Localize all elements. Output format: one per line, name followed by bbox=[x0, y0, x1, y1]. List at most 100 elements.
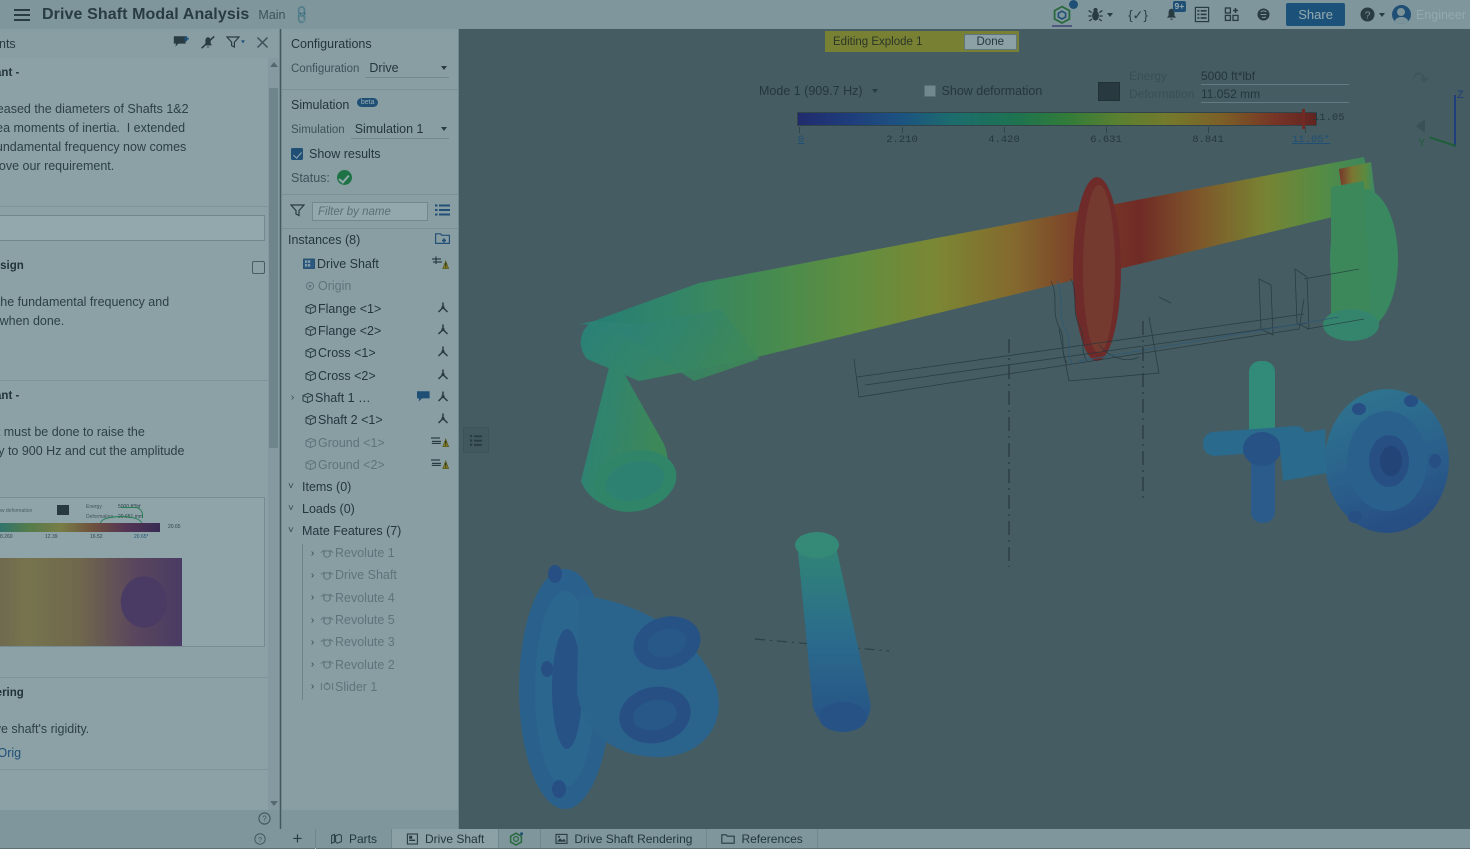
tree-item-cross-2[interactable]: Cross <2> bbox=[282, 364, 458, 386]
add-comment-icon[interactable] bbox=[173, 35, 190, 53]
comment-list[interactable]: esign Consultant - 3 PM Today With V2, I… bbox=[0, 58, 279, 810]
instance-tree[interactable]: Drive Shaft Origin bbox=[282, 251, 458, 810]
version-icon[interactable]: {✓} bbox=[1120, 0, 1156, 29]
tree-item-flange-1[interactable]: Flange <1> bbox=[282, 298, 458, 320]
3d-viewport[interactable]: Editing Explode 1 Done Mode 1 (909.7 Hz)… bbox=[459, 29, 1470, 829]
comment-icon[interactable] bbox=[416, 390, 431, 406]
apps-icon[interactable] bbox=[1217, 0, 1248, 29]
legend-label-max[interactable]: 11.05* bbox=[1292, 134, 1330, 146]
add-instance-folder-icon[interactable] bbox=[435, 232, 450, 248]
comment-item[interactable]: gineering & Design PM Today ck. Focus on… bbox=[0, 251, 279, 381]
list-view-icon[interactable] bbox=[435, 204, 450, 220]
expand-chevron-icon[interactable]: › bbox=[306, 548, 319, 559]
brain-icon[interactable] bbox=[1248, 0, 1279, 29]
fix-warning-icon[interactable] bbox=[430, 456, 450, 473]
tree-item-ground-1[interactable]: Ground <1> bbox=[282, 431, 458, 453]
tree-item-shaft-1[interactable]: › Shaft 1 … bbox=[282, 387, 458, 409]
explode-done-button[interactable]: Done bbox=[964, 34, 1018, 50]
add-tab-button[interactable]: + bbox=[280, 829, 316, 849]
mate-connector-icon[interactable] bbox=[436, 390, 450, 406]
group-loads[interactable]: ˅ Loads (0) bbox=[282, 498, 458, 520]
show-deformation-toggle[interactable]: Show deformation bbox=[924, 84, 1043, 98]
show-results-checkbox[interactable] bbox=[291, 148, 303, 160]
comment-attachment-name[interactable]: e 1.png bbox=[0, 654, 265, 668]
mate-feature-drive-shaft[interactable]: › Drive Shaft bbox=[282, 564, 458, 586]
comment-reference[interactable]: in Drive Shaft Orig bbox=[0, 746, 265, 760]
expand-chevron-icon[interactable]: › bbox=[306, 637, 319, 648]
hamburger-icon[interactable] bbox=[6, 9, 38, 21]
close-icon[interactable] bbox=[256, 36, 269, 52]
configuration-select[interactable]: Drive bbox=[365, 60, 449, 78]
help-icon[interactable]: ? bbox=[1352, 0, 1392, 29]
scroll-down-icon[interactable] bbox=[270, 801, 278, 806]
panel-list-icon[interactable] bbox=[463, 427, 489, 453]
mate-feature-revolute-4[interactable]: › Revolute 4 bbox=[282, 587, 458, 609]
mate-connector-icon[interactable] bbox=[436, 345, 450, 361]
mate-connector-icon[interactable] bbox=[436, 368, 450, 384]
resolve-checkbox[interactable] bbox=[252, 261, 265, 274]
expand-chevron-icon[interactable]: › bbox=[306, 615, 319, 626]
view-left-arrow-icon[interactable] bbox=[1416, 119, 1425, 133]
onshape-logo-icon[interactable] bbox=[1044, 0, 1080, 29]
tree-item-ground-2[interactable]: Ground <2> bbox=[282, 454, 458, 476]
bell-icon[interactable]: 9+ bbox=[1156, 0, 1187, 29]
comment-attachment-image[interactable]: Mode 1 (782.5 Hz) Show deformation Energ… bbox=[0, 497, 265, 647]
filter-icon[interactable] bbox=[226, 35, 246, 52]
filter-icon[interactable] bbox=[290, 203, 305, 220]
bug-icon[interactable] bbox=[1080, 0, 1120, 29]
view-cube[interactable]: ↷ Z Y bbox=[1408, 67, 1470, 177]
fix-warning-icon[interactable] bbox=[430, 256, 450, 273]
list-icon[interactable] bbox=[1187, 0, 1217, 29]
comment-attachment-name-row[interactable]: e 1.png bbox=[0, 654, 279, 678]
mate-feature-revolute-3[interactable]: › Revolute 3 bbox=[282, 631, 458, 653]
mate-feature-slider-1[interactable]: › Slider 1 bbox=[282, 676, 458, 698]
link-icon[interactable]: 🔗 bbox=[290, 3, 313, 26]
tree-item-flange-2[interactable]: Flange <2> bbox=[282, 320, 458, 342]
mute-notifications-icon[interactable] bbox=[200, 35, 216, 53]
tab-drive-shaft-rendering[interactable]: Drive Shaft Rendering bbox=[541, 829, 707, 848]
expand-chevron-icon[interactable]: › bbox=[306, 592, 319, 603]
tab-drive-shaft[interactable]: Drive Shaft bbox=[392, 829, 499, 848]
color-swatch-button[interactable] bbox=[1098, 82, 1120, 101]
comments-scrollbar[interactable] bbox=[268, 58, 279, 810]
help-icon[interactable]: ? bbox=[258, 812, 271, 828]
mate-connector-icon[interactable] bbox=[436, 301, 450, 317]
rotate-view-icon[interactable]: ↷ bbox=[1412, 67, 1429, 92]
group-items[interactable]: ˅ Items (0) bbox=[282, 476, 458, 498]
comment-item[interactable]: sign & Engineering PM Nov 15 crease the … bbox=[0, 678, 279, 770]
color-legend[interactable]: 11.05 0 2.210 4.420 6.631 8.841 11.05* bbox=[797, 112, 1362, 126]
expand-chevron-icon[interactable]: › bbox=[306, 570, 319, 581]
tree-item-origin[interactable]: Origin bbox=[282, 275, 458, 297]
tree-item-shaft-2[interactable]: Shaft 2 <1> bbox=[282, 409, 458, 431]
mate-feature-revolute-5[interactable]: › Revolute 5 bbox=[282, 609, 458, 631]
scrollbar-thumb[interactable] bbox=[269, 88, 278, 448]
scroll-up-icon[interactable] bbox=[270, 62, 278, 67]
expand-chevron-icon[interactable]: › bbox=[306, 681, 319, 692]
simulation-select[interactable]: Simulation 1 bbox=[351, 121, 449, 139]
legend-label-min[interactable]: 0 bbox=[798, 134, 804, 146]
mate-feature-revolute-1[interactable]: › Revolute 1 bbox=[282, 542, 458, 564]
mode-select-dropdown[interactable]: Mode 1 (909.7 Hz) bbox=[759, 84, 878, 98]
expand-chevron-icon[interactable]: › bbox=[306, 659, 319, 670]
user-menu[interactable]: Engineer bbox=[1392, 5, 1470, 24]
tree-item-drive-shaft[interactable]: Drive Shaft bbox=[282, 253, 458, 275]
fix-warning-icon[interactable] bbox=[430, 434, 450, 451]
group-mate-features[interactable]: ˅ Mate Features (7) bbox=[282, 520, 458, 542]
filter-input[interactable]: Filter by name bbox=[312, 202, 428, 221]
reply-input[interactable]: y comment bbox=[0, 215, 265, 241]
mate-connector-icon[interactable] bbox=[436, 412, 450, 428]
mate-feature-revolute-2[interactable]: › Revolute 2 bbox=[282, 653, 458, 675]
expand-chevron-icon[interactable]: › bbox=[286, 392, 299, 403]
comment-reference[interactable]: t 1 <1> bbox=[0, 183, 265, 197]
branch-label[interactable]: Main bbox=[258, 8, 285, 22]
tab-simulation[interactable] bbox=[499, 829, 541, 848]
tab-references[interactable]: References bbox=[707, 829, 817, 848]
comment-item[interactable]: esign Consultant - PM Today I will see w… bbox=[0, 381, 279, 489]
show-deformation-checkbox[interactable] bbox=[924, 85, 936, 97]
show-results-toggle[interactable]: Show results bbox=[291, 147, 449, 161]
share-button[interactable]: Share bbox=[1286, 3, 1345, 26]
mate-connector-icon[interactable] bbox=[436, 323, 450, 339]
tree-item-cross-1[interactable]: Cross <1> bbox=[282, 342, 458, 364]
comment-item[interactable]: esign Consultant - 3 PM Today With V2, I… bbox=[0, 58, 279, 207]
help-icon[interactable]: ? bbox=[240, 833, 280, 845]
